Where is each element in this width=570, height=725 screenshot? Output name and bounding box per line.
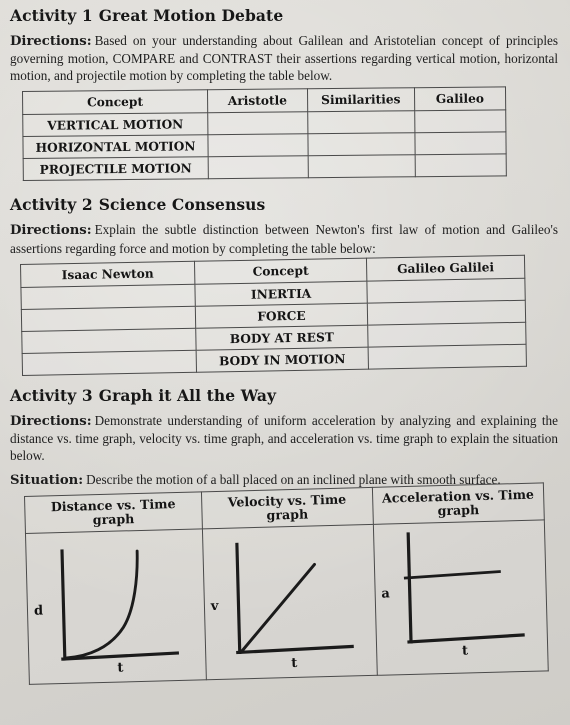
activity1-directions-text: Based on your understanding about Galile… [10,33,558,84]
answer-cell[interactable] [307,155,415,179]
x-axis-label-t: t [117,660,124,677]
answer-cell[interactable] [207,112,308,136]
activity1-heading: Activity 1 Great Motion Debate [10,6,558,25]
activity3-title: Graph it All the Way [98,385,277,405]
activity3-situation-label: Situation: [10,473,84,489]
y-axis-label-v: v [210,599,219,615]
activity2-table-wrapper: Isaac Newton Concept Galileo Galilei INE… [20,254,560,376]
x-axis-label-t: t [291,656,298,672]
activity2-directions-label: Directions: [10,223,92,239]
answer-cell[interactable] [20,284,196,310]
activity1-table-wrapper: Concept Aristotle Similarities Galileo V… [22,86,559,182]
velocity-time-plot [235,543,354,655]
y-axis-label-d: d [33,603,44,620]
activity1-number: Activity 1 [10,6,93,25]
col-header-concept: Concept [22,90,208,115]
answer-cell[interactable] [21,328,197,354]
answer-cell[interactable] [367,300,526,325]
acceleration-time-plot [403,532,525,645]
activity3-number: Activity 3 [10,385,93,405]
activity3-graph-table: Distance vs. Time graph Velocity vs. Tim… [24,482,549,686]
activity3-directions: Directions: Demonstrate understanding of … [10,412,558,464]
activity3-directions-text: Demonstrate understanding of uniform acc… [10,412,558,464]
col-header-velocity-time-graph: Velocity vs. Time graph [201,487,374,530]
distance-time-plot [60,549,180,662]
col-header-isaac-newton: Isaac Newton [20,261,195,288]
row-label-body-at-rest: BODY AT REST [195,324,369,351]
distance-time-graph: d t [26,530,206,685]
velocity-time-graph-cell: v t [202,524,377,681]
answer-cell[interactable] [208,156,309,180]
table-row: PROJECTILE MOTION [23,154,507,181]
answer-cell[interactable] [22,350,197,376]
acceleration-line [403,570,501,580]
acceleration-time-graph: a t [374,521,548,675]
row-label-vertical-motion: VERTICAL MOTION [22,113,208,137]
activity3-heading: Activity 3 Graph it All the Way [10,386,558,405]
activity2-heading: Activity 2 Science Consensus [10,195,558,214]
activity2-table: Isaac Newton Concept Galileo Galilei INE… [20,254,527,376]
activity1-table: Concept Aristotle Similarities Galileo V… [22,86,507,182]
x-axis-label-t: t [461,643,469,659]
row-label-body-in-motion: BODY IN MOTION [196,346,369,373]
activity2-directions-text: Explain the subtle distinction between N… [10,222,558,256]
col-header-aristotle: Aristotle [207,89,308,114]
y-axis-line [235,543,242,655]
activity1-title: Great Motion Debate [98,6,284,25]
distance-time-graph-cell: d t [25,529,207,685]
answer-cell[interactable] [21,306,196,332]
col-header-distance-time-graph: Distance vs. Time graph [24,492,203,534]
answer-cell[interactable] [414,132,507,156]
x-axis-line [406,633,525,645]
col-header-acceleration-time-graph: Acceleration vs. Time graph [372,483,545,525]
answer-cell[interactable] [414,154,507,178]
velocity-time-graph: v t [203,525,377,679]
answer-cell[interactable] [366,278,526,303]
row-label-force: FORCE [195,302,368,329]
y-axis-line [406,532,413,644]
answer-cell[interactable] [307,111,415,135]
row-label-inertia: INERTIA [194,280,368,307]
velocity-line [240,563,316,654]
activity2-directions: Directions: Explain the subtle distinctio… [10,221,558,256]
worksheet-page: Activity 1 Great Motion Debate Directions… [0,0,570,725]
x-axis-line [235,645,354,655]
col-header-galileo-galilei: Galileo Galilei [366,255,525,281]
answer-cell[interactable] [414,110,506,134]
col-header-galileo: Galileo [414,87,506,112]
table-row: d t v t a t [25,520,549,685]
row-label-projectile-motion: PROJECTILE MOTION [23,157,209,181]
answer-cell[interactable] [307,133,415,157]
y-axis-label-a: a [381,586,390,603]
answer-cell[interactable] [207,134,308,158]
page-bottom-spacer [10,685,558,693]
activity3-directions-label: Directions: [10,413,92,429]
answer-cell[interactable] [367,322,527,347]
activity1-directions: Directions: Based on your understanding a… [10,32,558,84]
answer-cell[interactable] [368,344,527,369]
acceleration-time-graph-cell: a t [373,520,549,676]
row-label-horizontal-motion: HORIZONTAL MOTION [22,135,209,159]
distance-curve [65,550,139,660]
col-header-concept: Concept [194,257,367,285]
activity2-title: Science Consensus [98,195,266,215]
activity3-graph-table-wrapper: Distance vs. Time graph Velocity vs. Tim… [24,482,563,686]
y-axis-line [60,549,67,662]
activity1-directions-label: Directions: [10,34,92,49]
col-header-similarities: Similarities [307,88,415,113]
activity2-number: Activity 2 [10,195,93,215]
